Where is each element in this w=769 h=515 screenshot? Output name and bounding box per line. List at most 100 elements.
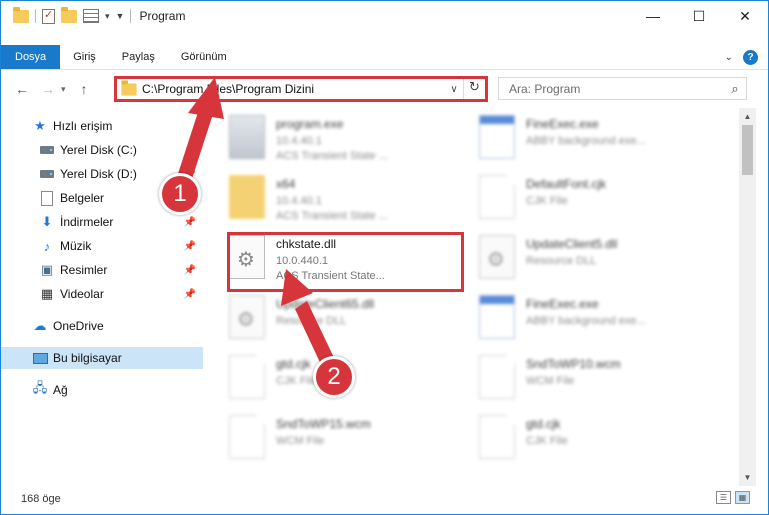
file-name: SndToWP15.wcm — [276, 417, 371, 431]
pin-icon[interactable]: 📌 — [184, 145, 196, 156]
file-type: CJK File — [276, 375, 318, 387]
step-1-badge: 1 — [159, 173, 201, 215]
help-icon[interactable]: ? — [743, 50, 758, 65]
customize-icon[interactable] — [83, 9, 99, 23]
sidebar-item-music[interactable]: ♪ Müzik 📌 — [1, 235, 203, 257]
item-count: 168 öge — [21, 493, 61, 505]
pictures-icon: ▣ — [40, 262, 54, 277]
file-name: UpdateClient65.dll — [276, 297, 375, 311]
sidebar-item-label: Resimler — [60, 263, 108, 277]
up-button[interactable]: ↑ — [71, 81, 97, 97]
file-type: WCM File — [526, 375, 575, 387]
recent-locations-icon[interactable]: ▾ — [61, 84, 71, 95]
details-view-icon[interactable]: ☰ — [716, 491, 731, 504]
cloud-icon: ☁ — [33, 318, 47, 333]
file-item[interactable]: UpdateClient65.dll Resource DLL — [214, 290, 454, 346]
properties-check-icon[interactable] — [42, 8, 55, 24]
pin-down-icon[interactable]: ▼ — [116, 11, 125, 21]
sidebar-item-label: İndirmeler — [60, 215, 114, 229]
file-type: ABBY background exe... — [526, 315, 646, 327]
file-item[interactable]: FineExec.exe ABBY background exe... — [464, 110, 704, 166]
sidebar-item-local-disk-c[interactable]: Yerel Disk (C:) 📌 — [1, 139, 203, 161]
tab-gorunum[interactable]: Görünüm — [168, 45, 240, 69]
pin-icon[interactable]: 📌 — [184, 289, 196, 300]
file-item[interactable]: program.exe 10.4.40.1 ACS Transient Stat… — [214, 110, 454, 166]
sidebar-item-pictures[interactable]: ▣ Resimler 📌 — [1, 259, 203, 281]
sidebar-item-label: Yerel Disk (C:) — [60, 143, 137, 157]
exe-icon — [479, 295, 515, 339]
sidebar-item-label: Videolar — [60, 287, 104, 301]
new-folder-icon[interactable] — [61, 6, 77, 23]
address-path[interactable]: C:\Program Files\Program Dizini — [142, 82, 445, 96]
scroll-up-icon[interactable]: ▲ — [739, 108, 756, 125]
file-icon — [479, 175, 515, 219]
separator — [130, 9, 132, 23]
chevron-down-icon[interactable]: ▾ — [105, 11, 110, 22]
file-version: 10.4.40.1 — [276, 195, 322, 207]
exe-icon — [229, 115, 265, 159]
sidebar-item-network[interactable]: 🖧 Ağ — [1, 379, 203, 401]
window-title: Program — [139, 9, 186, 23]
folder-icon — [13, 6, 29, 23]
file-name: UpdateClient5.dll — [526, 237, 618, 251]
file-icon — [229, 415, 265, 459]
back-button[interactable]: ← — [9, 81, 35, 97]
scroll-down-icon[interactable]: ▼ — [739, 469, 756, 486]
search-box[interactable]: Ara: Program ⌕ — [498, 77, 747, 100]
sidebar-item-quick-access[interactable]: ★ Hızlı erişim — [1, 115, 203, 137]
file-description: ACS Transient State ... — [276, 210, 388, 222]
file-item[interactable]: FineExec.exe ABBY background exe... — [464, 290, 704, 346]
address-bar[interactable]: C:\Program Files\Program Dizini ∨ ↻ — [114, 76, 488, 102]
expand-ribbon-icon[interactable]: ⌄ — [725, 52, 733, 63]
search-input[interactable]: Ara: Program — [509, 82, 724, 96]
maximize-button[interactable]: ☐ — [676, 1, 722, 31]
file-icon — [229, 355, 265, 399]
close-button[interactable]: ✕ — [722, 1, 768, 31]
drive-icon — [39, 142, 55, 158]
folder-item[interactable]: x64 10.4.40.1 ACS Transient State ... — [214, 170, 454, 226]
file-item[interactable]: SndToWP15.wcm WCM File — [214, 410, 454, 466]
computer-icon — [32, 350, 48, 366]
file-icon — [479, 415, 515, 459]
tab-dosya[interactable]: Dosya — [1, 45, 61, 69]
file-name: DefaultFont.cjk — [526, 177, 607, 191]
file-type: Resource DLL — [526, 255, 597, 267]
sidebar-item-this-pc[interactable]: Bu bilgisayar — [1, 347, 203, 369]
sidebar-item-videos[interactable]: ▦ Videolar 📌 — [1, 283, 203, 305]
tiles-view-icon[interactable]: ▦ — [735, 491, 750, 504]
view-toggle: ☰ ▦ — [716, 491, 750, 504]
file-type: ABBY background exe... — [526, 135, 646, 147]
pin-icon[interactable]: 📌 — [184, 217, 196, 228]
pin-icon[interactable]: 📌 — [184, 265, 196, 276]
pin-icon[interactable]: 📌 — [184, 241, 196, 252]
forward-button[interactable]: → — [35, 81, 61, 97]
sidebar-item-label: Yerel Disk (D:) — [60, 167, 137, 181]
vertical-scrollbar[interactable]: ▲ ▼ — [739, 108, 756, 486]
sidebar-item-downloads[interactable]: ⬇ İndirmeler 📌 — [1, 211, 203, 233]
tab-giris[interactable]: Giriş — [60, 45, 109, 69]
network-icon: 🖧 — [32, 380, 48, 395]
file-icon — [479, 355, 515, 399]
file-version: 10.4.40.1 — [276, 135, 322, 147]
folder-icon — [121, 79, 137, 96]
tab-paylas[interactable]: Paylaş — [109, 45, 168, 69]
file-item[interactable]: gtd.cjk CJK File — [464, 410, 704, 466]
scroll-thumb[interactable] — [742, 125, 753, 175]
file-item[interactable]: UpdateClient5.dll Resource DLL — [464, 230, 704, 286]
refresh-icon[interactable]: ↻ — [463, 79, 485, 99]
file-item[interactable]: DefaultFont.cjk CJK File — [464, 170, 704, 226]
ribbon-tabs: Dosya Giriş Paylaş Görünüm ⌄ ? — [1, 45, 768, 70]
highlight-box-file — [227, 232, 464, 292]
file-type: CJK File — [526, 195, 568, 207]
chevron-down-icon[interactable]: ∨ — [445, 84, 463, 95]
sidebar-item-onedrive[interactable]: ☁ OneDrive — [1, 315, 203, 337]
file-item[interactable]: SndToWP10.wcm WCM File — [464, 350, 704, 406]
explorer-window: ▾ ▼ Program — ☐ ✕ Dosya Giriş Paylaş Gör… — [0, 0, 769, 515]
search-icon[interactable]: ⌕ — [724, 81, 746, 97]
film-icon: ▦ — [40, 286, 54, 301]
minimize-button[interactable]: — — [630, 1, 676, 31]
star-icon: ★ — [34, 118, 46, 133]
dll-gear-icon — [229, 295, 265, 339]
file-type: CJK File — [526, 435, 568, 447]
navigation-pane: ★ Hızlı erişim Yerel Disk (C:) 📌 Yerel D… — [1, 108, 203, 486]
